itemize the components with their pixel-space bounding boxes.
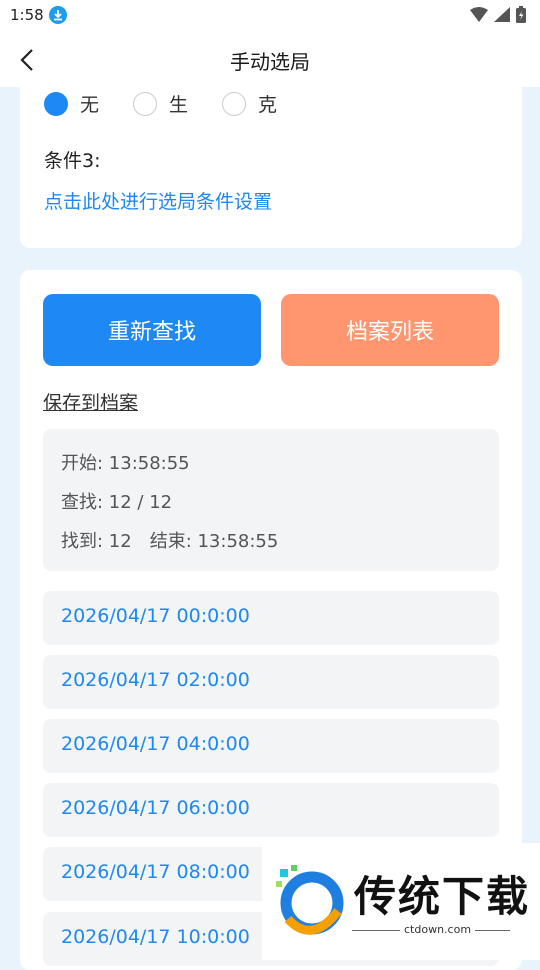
result-text: 2026/04/17 06:0:00	[61, 797, 250, 819]
wifi-icon	[470, 7, 488, 22]
status-bar: 1:58	[0, 0, 540, 32]
result-text: 2026/04/17 02:0:00	[61, 669, 250, 691]
result-item[interactable]: 2026/04/17 06:0:00	[43, 783, 499, 837]
app-bar: 手动选局	[0, 32, 540, 87]
radio-option-ke[interactable]: 克	[222, 90, 277, 117]
radio-label: 克	[258, 94, 278, 116]
result-text: 2026/04/17 04:0:00	[61, 733, 250, 755]
result-item[interactable]: 2026/04/17 04:0:00	[43, 719, 499, 773]
search-again-button[interactable]: 重新查找	[43, 294, 261, 366]
radio-indicator[interactable]	[222, 91, 247, 116]
radio-indicator[interactable]	[133, 91, 158, 116]
radio-label: 无	[80, 94, 100, 116]
download-icon	[49, 6, 67, 24]
result-text: 2026/04/17 10:0:00	[61, 926, 250, 948]
watermark: 传统下载 ctdown.com	[262, 843, 540, 960]
signal-icon	[494, 7, 510, 22]
result-text: 2026/04/17 08:0:00	[61, 861, 250, 883]
radio-group: 无 生 克	[44, 90, 311, 117]
start-time: 开始: 13:58:55	[61, 453, 190, 474]
radio-option-none[interactable]: 无	[44, 90, 99, 117]
brand-logo-icon	[276, 865, 344, 935]
condition3-label: 条件3:	[44, 150, 101, 172]
result-item[interactable]: 2026/04/17 02:0:00	[43, 655, 499, 709]
watermark-url: ctdown.com	[400, 923, 476, 936]
radio-selected-indicator[interactable]	[44, 91, 68, 116]
radio-label: 生	[169, 94, 189, 116]
result-item[interactable]: 2026/04/17 00:0:00	[43, 591, 499, 645]
found-end: 找到: 12 结束: 13:58:55	[61, 531, 279, 552]
archive-list-button[interactable]: 档案列表	[281, 294, 499, 366]
status-time: 1:58	[10, 6, 44, 24]
search-summary: 开始: 13:58:55 查找: 12 / 12 找到: 12 结束: 13:5…	[43, 429, 499, 571]
watermark-brand: 传统下载	[354, 872, 531, 921]
status-icons	[470, 6, 526, 23]
save-to-archive-link[interactable]: 保存到档案	[43, 388, 138, 415]
radio-option-sheng[interactable]: 生	[133, 90, 188, 117]
search-count: 查找: 12 / 12	[61, 492, 173, 513]
page-title: 手动选局	[230, 50, 310, 74]
filter-card: 无 生 克 条件3: 点击此处进行选局条件设置	[20, 60, 522, 248]
battery-icon	[516, 6, 526, 23]
result-text: 2026/04/17 00:0:00	[61, 605, 250, 627]
condition3-settings-link[interactable]: 点击此处进行选局条件设置	[44, 187, 272, 214]
